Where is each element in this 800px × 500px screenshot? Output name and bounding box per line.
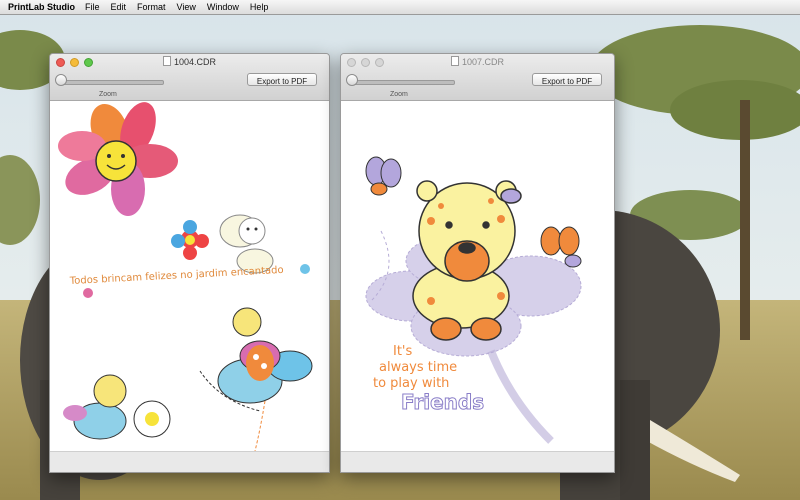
window-title: 1004.CDR (50, 56, 329, 67)
export-to-pdf-button[interactable]: Export to PDF (532, 73, 602, 86)
artwork-caption: Todos brincam felizes no jardim encantad… (69, 265, 284, 287)
artwork-line-3: to play with (373, 376, 449, 391)
artwork-garden: Todos brincam felizes no jardim encantad… (58, 102, 313, 452)
zoom-label: Zoom (99, 91, 117, 98)
menu-view[interactable]: View (177, 2, 196, 12)
app-menu[interactable]: PrintLab Studio (8, 2, 75, 12)
window-footer (341, 451, 614, 472)
menu-file[interactable]: File (85, 2, 100, 12)
artwork-line-4: Friends (401, 390, 484, 414)
document-window-1007: 1007.CDR Zoom Export to PDF It's always … (340, 53, 615, 473)
zoom-label: Zoom (390, 91, 408, 98)
export-to-pdf-button[interactable]: Export to PDF (247, 73, 317, 86)
document-canvas[interactable]: Todos brincam felizes no jardim encantad… (50, 101, 329, 452)
window-toolbar: 1007.CDR Zoom Export to PDF (341, 54, 614, 101)
artwork-line-1: It's (393, 344, 413, 359)
menu-format[interactable]: Format (137, 2, 166, 12)
document-icon (450, 56, 459, 66)
zoom-slider-track[interactable] (58, 80, 164, 85)
menu-bar: PrintLab Studio File Edit Format View Wi… (0, 0, 800, 15)
menu-window[interactable]: Window (207, 2, 239, 12)
window-footer (50, 451, 329, 472)
window-title: 1007.CDR (341, 56, 614, 67)
zoom-slider-knob[interactable] (55, 74, 67, 86)
artwork-friends: It's always time to play with Friends (365, 156, 582, 444)
window-toolbar: 1004.CDR Zoom Export to PDF (50, 54, 329, 101)
sunflower-illustration (58, 102, 178, 216)
artwork-line-2: always time (379, 360, 457, 375)
zoom-slider-knob[interactable] (346, 74, 358, 86)
menu-help[interactable]: Help (250, 2, 269, 12)
document-icon (162, 56, 171, 66)
document-canvas[interactable]: It's always time to play with Friends (341, 101, 614, 452)
zoom-slider-track[interactable] (349, 80, 455, 85)
document-window-1004: 1004.CDR Zoom Export to PDF Todos brinca… (49, 53, 330, 473)
menu-edit[interactable]: Edit (111, 2, 127, 12)
